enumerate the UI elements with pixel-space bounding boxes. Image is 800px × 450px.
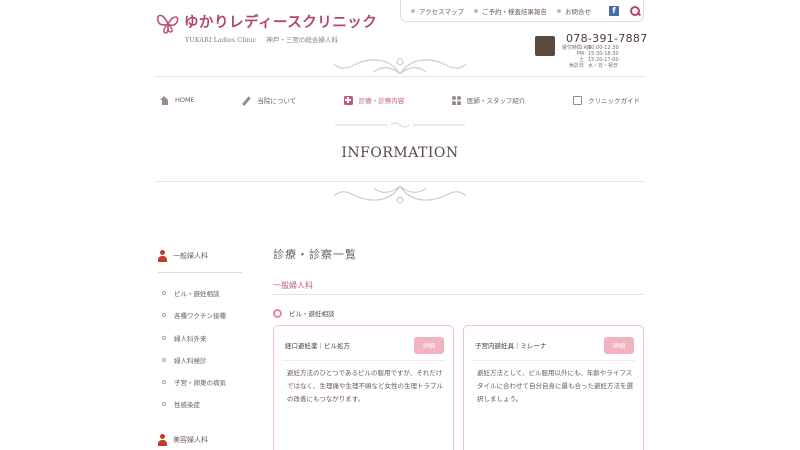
category-heading: 一般婦人科 (273, 281, 313, 290)
sidebar-item-checkup[interactable]: 婦人科検診 (162, 355, 207, 365)
sidebar-item-label: ピル・避妊相談 (174, 290, 220, 298)
nav-label: 当院について (257, 97, 297, 105)
sidebar-section-cosmetic[interactable]: 美容婦人科 (158, 434, 208, 446)
sidebar-item-std[interactable]: 性感染症 (162, 399, 200, 409)
detail-button[interactable]: 詳細 (414, 337, 444, 354)
global-nav: HOME 当院について 診療・診察内容 医師・スタッフ紹介 クリニックガイド (160, 90, 640, 110)
hours-value: 水・日・祝日 (588, 63, 619, 69)
sidebar-divider (158, 272, 242, 273)
sidebar-item-uterus[interactable]: 子宮・卵巣の病気 (162, 377, 226, 387)
nav-label: クリニックガイド (587, 97, 640, 105)
top-links-bar: アクセスマップ ご予約・検査結果報告 お問合せ f (400, 0, 644, 22)
sidebar-section-title: 一般婦人科 (173, 252, 208, 260)
home-icon (160, 95, 169, 105)
reservation-link[interactable]: ご予約・検査結果報告 (473, 6, 547, 16)
phone-number[interactable]: 078-391-7887 (566, 32, 648, 45)
sidebar-section-title: 美容婦人科 (173, 436, 208, 444)
card-divider (472, 360, 635, 361)
contact-link[interactable]: お問合せ (556, 6, 591, 16)
nav-item-services[interactable]: 診療・診察内容 (343, 95, 405, 105)
person-icon (158, 250, 167, 262)
logo-subtitle-en: YUKARI Ladies Clinic (185, 36, 257, 44)
card-description: 避妊方法として、ピル服用以外にも、年齢やライフスタイルに合わせて自分自身に最も合… (477, 369, 633, 403)
small-divider-ornament-icon (335, 122, 465, 128)
logo-subtitle-jp: 神戸・三宮の総合婦人科 (266, 36, 338, 44)
flourish-ornament-icon (333, 185, 467, 204)
subcategory-label: ピル・避妊相談 (289, 310, 335, 318)
detail-button[interactable]: 詳細 (604, 337, 634, 354)
card-description: 避妊方法のひとつであるピルの服用ですが、それだけではなく、生理痛や生理不順など女… (287, 369, 443, 403)
bullet-icon (473, 8, 478, 13)
access-map-link[interactable]: アクセスマップ (411, 6, 464, 16)
category-divider (273, 294, 644, 295)
flourish-ornament-icon (333, 58, 467, 75)
card-divider (282, 360, 445, 361)
bullet-icon (162, 336, 166, 340)
card-title: 経口避妊薬｜ピル処方 (285, 342, 350, 350)
person-icon (158, 434, 167, 446)
nav-item-guide[interactable]: クリニックガイド (572, 95, 640, 105)
staff-icon (451, 95, 461, 105)
logo-title: ゆかりレディースクリニック (184, 15, 378, 31)
access-map-label: アクセスマップ (419, 7, 464, 16)
sidebar-item-label: 性感染症 (174, 401, 200, 409)
subcategory-heading: ピル・避妊相談 (273, 308, 335, 318)
sidebar-section-general[interactable]: 一般婦人科 (158, 250, 208, 262)
pen-icon (242, 96, 251, 105)
sidebar-item-label: 婦人科検診 (174, 357, 207, 365)
search-icon[interactable] (629, 5, 641, 17)
sidebar-item-label: 各種ワクチン接種 (174, 312, 226, 320)
sidebar-item-pill[interactable]: ピル・避妊相談 (162, 288, 220, 298)
nav-label: HOME (175, 96, 195, 104)
bullet-icon (162, 402, 166, 406)
bullet-icon (162, 358, 166, 362)
ring-bullet-icon (273, 308, 282, 318)
guide-book-icon (572, 95, 582, 105)
hours-label: 休診日 (568, 63, 584, 69)
nav-label: 診療・診察内容 (358, 97, 405, 105)
clinic-logo[interactable]: ゆかりレディースクリニック YUKARI Ladies Clinic 神戸・三宮の… (155, 8, 377, 48)
reservation-label: ご予約・検査結果報告 (481, 7, 547, 16)
telephone-icon (535, 36, 555, 56)
nav-item-staff[interactable]: 医師・スタッフ紹介 (451, 95, 526, 105)
medical-kit-icon (343, 95, 353, 105)
sidebar-item-label: 婦人科外来 (174, 335, 207, 343)
service-card[interactable]: 子宮内避妊具｜ミレーナ 詳細 避妊方法として、ピル服用以外にも、年齢やライフスタ… (463, 325, 644, 450)
card-title: 子宮内避妊具｜ミレーナ (475, 342, 547, 350)
butterfly-logo-icon (156, 14, 179, 34)
bullet-icon (162, 380, 166, 384)
nav-label: 医師・スタッフ紹介 (466, 97, 526, 105)
facebook-icon[interactable]: f (608, 5, 619, 16)
sidebar-item-label: 子宮・卵巣の病気 (174, 379, 226, 387)
contact-label: お問合せ (564, 7, 591, 16)
content-title: 診療・診察一覧 (273, 248, 357, 261)
nav-item-home[interactable]: HOME (160, 95, 195, 105)
bullet-icon (556, 8, 561, 13)
nav-item-about[interactable]: 当院について (242, 95, 296, 105)
bullet-icon (162, 313, 166, 317)
bullet-icon (411, 8, 415, 13)
page-title: INFORMATION (341, 145, 459, 161)
bullet-icon (162, 291, 166, 295)
sidebar-item-vaccine[interactable]: 各種ワクチン接種 (162, 310, 226, 320)
hours-table: 受付時間 AM 10:00-12:30 PM 15:30-18:30 土 15:20-… (562, 45, 619, 69)
hours-row: 休診日 水・日・祝日 (562, 63, 619, 69)
service-card[interactable]: 経口避妊薬｜ピル処方 詳細 避妊方法のひとつであるピルの服用ですが、それだけでは… (273, 325, 454, 450)
logo-subtitle: YUKARI Ladies Clinic 神戸・三宮の総合婦人科 (185, 34, 338, 44)
sidebar-item-outpatient[interactable]: 婦人科外来 (162, 333, 207, 343)
